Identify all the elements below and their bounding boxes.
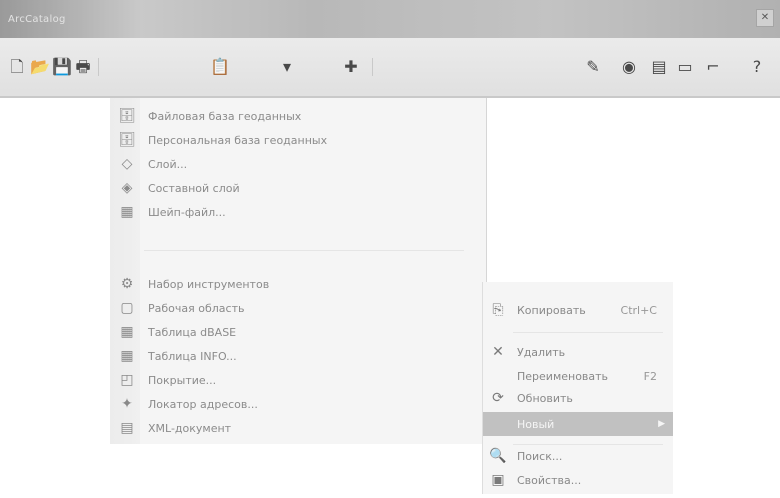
- menu-item-group-layer[interactable]: ◈ Составной слой: [110, 176, 486, 200]
- coverage-icon: ◰: [120, 372, 134, 388]
- new-document-icon[interactable]: 🗋: [8, 58, 26, 76]
- toolbox-icon: ⚙: [120, 276, 134, 292]
- shapefile-icon: ▦: [120, 204, 134, 220]
- menu-item-copy[interactable]: ⎘ Копировать Ctrl+C: [483, 298, 673, 322]
- window-titlebar: ArcCatalog ✕: [0, 0, 780, 38]
- menu-item-shortcut: F2: [643, 369, 657, 383]
- menu-item-label: Шейп-файл...: [148, 205, 226, 219]
- menu-item-file-geodatabase[interactable]: 🗄 Файловая база геоданных: [110, 104, 486, 128]
- menu-separator: [513, 332, 663, 333]
- close-icon[interactable]: ✕: [756, 9, 774, 27]
- menu-item-layer[interactable]: ◇ Слой...: [110, 152, 486, 176]
- locator-icon: ✦: [121, 396, 133, 412]
- menu-item-coverage[interactable]: ◰ Покрытие...: [110, 368, 486, 392]
- add-data-icon[interactable]: ✚: [342, 58, 360, 76]
- menu-item-label: Удалить: [517, 345, 566, 359]
- open-folder-icon[interactable]: 📂: [30, 58, 50, 76]
- layer-icon: ◇: [121, 156, 133, 172]
- menu-item-label: Поиск...: [517, 449, 563, 463]
- menu-item-label: Обновить: [517, 391, 573, 405]
- menu-item-label: Файловая база геоданных: [148, 109, 302, 123]
- menu-item-new[interactable]: Новый ▶: [483, 412, 673, 436]
- table-icon: ▦: [120, 348, 134, 364]
- menu-item-shortcut: Ctrl+C: [620, 303, 657, 317]
- menu-item-xml-document[interactable]: ▤ XML-документ: [110, 416, 486, 440]
- menu-item-label: Рабочая область: [148, 301, 245, 315]
- table-icon: ▦: [120, 324, 134, 340]
- menu-item-label: Копировать: [517, 303, 586, 317]
- menu-item-label: Покрытие...: [148, 373, 217, 387]
- copy-icon: ⎘: [492, 302, 504, 318]
- cursor-icon[interactable]: ⌐: [704, 58, 722, 76]
- menu-item-label: Слой...: [148, 157, 188, 171]
- layers-icon[interactable]: ▤: [650, 58, 668, 76]
- menu-item-toolbox[interactable]: ⚙ Набор инструментов: [110, 272, 486, 296]
- toolbar-separator: [98, 58, 99, 76]
- toolbar-separator: [372, 58, 373, 76]
- workspace-icon: ▢: [120, 300, 134, 316]
- menu-item-label: Локатор адресов...: [148, 397, 258, 411]
- menu-item-dbase-table[interactable]: ▦ Таблица dBASE: [110, 320, 486, 344]
- help-icon[interactable]: ?: [748, 58, 766, 76]
- window-title: ArcCatalog: [8, 14, 66, 25]
- menu-item-rename[interactable]: Переименовать F2: [483, 364, 673, 388]
- menu-item-refresh[interactable]: ⟳ Обновить: [483, 386, 673, 410]
- menu-item-label: Свойства...: [517, 473, 582, 487]
- group-layer-icon: ◈: [121, 180, 133, 196]
- menu-item-label: Новый: [517, 417, 555, 431]
- print-icon[interactable]: 🖶: [74, 58, 92, 76]
- search-icon: 🔍: [489, 448, 507, 464]
- menu-separator: [144, 250, 464, 251]
- save-icon[interactable]: 💾: [52, 58, 72, 76]
- menu-item-label: XML-документ: [148, 421, 232, 435]
- context-menu: ⎘ Копировать Ctrl+C ✕ Удалить Переименов…: [482, 282, 673, 494]
- menu-item-label: Таблица dBASE: [148, 325, 237, 339]
- globe-icon[interactable]: ◉: [620, 58, 638, 76]
- edit-pencil-icon[interactable]: ✎: [584, 58, 602, 76]
- delete-icon: ✕: [492, 344, 504, 360]
- menu-item-info-table[interactable]: ▦ Таблица INFO...: [110, 344, 486, 368]
- menu-item-personal-geodatabase[interactable]: 🗄 Персональная база геоданных: [110, 128, 486, 152]
- menu-item-shapefile[interactable]: ▦ Шейп-файл...: [110, 200, 486, 224]
- menu-item-label: Персональная база геоданных: [148, 133, 328, 147]
- clipboard-icon[interactable]: 📋: [210, 58, 230, 76]
- window-icon[interactable]: ▭: [676, 58, 694, 76]
- menu-item-label: Составной слой: [148, 181, 240, 195]
- geodatabase-icon: 🗄: [118, 132, 136, 148]
- geodatabase-icon: 🗄: [118, 108, 136, 124]
- menu-item-workspace[interactable]: ▢ Рабочая область: [110, 296, 486, 320]
- new-submenu: 🗄 Файловая база геоданных 🗄 Персональная…: [110, 98, 487, 444]
- submenu-arrow-icon: ▶: [658, 419, 665, 429]
- xml-document-icon: ▤: [120, 420, 134, 436]
- menu-item-address-locator[interactable]: ✦ Локатор адресов...: [110, 392, 486, 416]
- menu-item-delete[interactable]: ✕ Удалить: [483, 340, 673, 364]
- menu-item-label: Переименовать: [517, 369, 609, 383]
- menu-item-label: Таблица INFO...: [148, 349, 237, 363]
- menu-item-label: Набор инструментов: [148, 277, 270, 291]
- properties-icon: ▣: [491, 472, 505, 488]
- refresh-icon: ⟳: [492, 390, 504, 406]
- dropdown-icon[interactable]: ▾: [278, 58, 296, 76]
- menu-item-properties[interactable]: ▣ Свойства...: [483, 468, 673, 492]
- menu-item-search[interactable]: 🔍 Поиск...: [483, 444, 673, 468]
